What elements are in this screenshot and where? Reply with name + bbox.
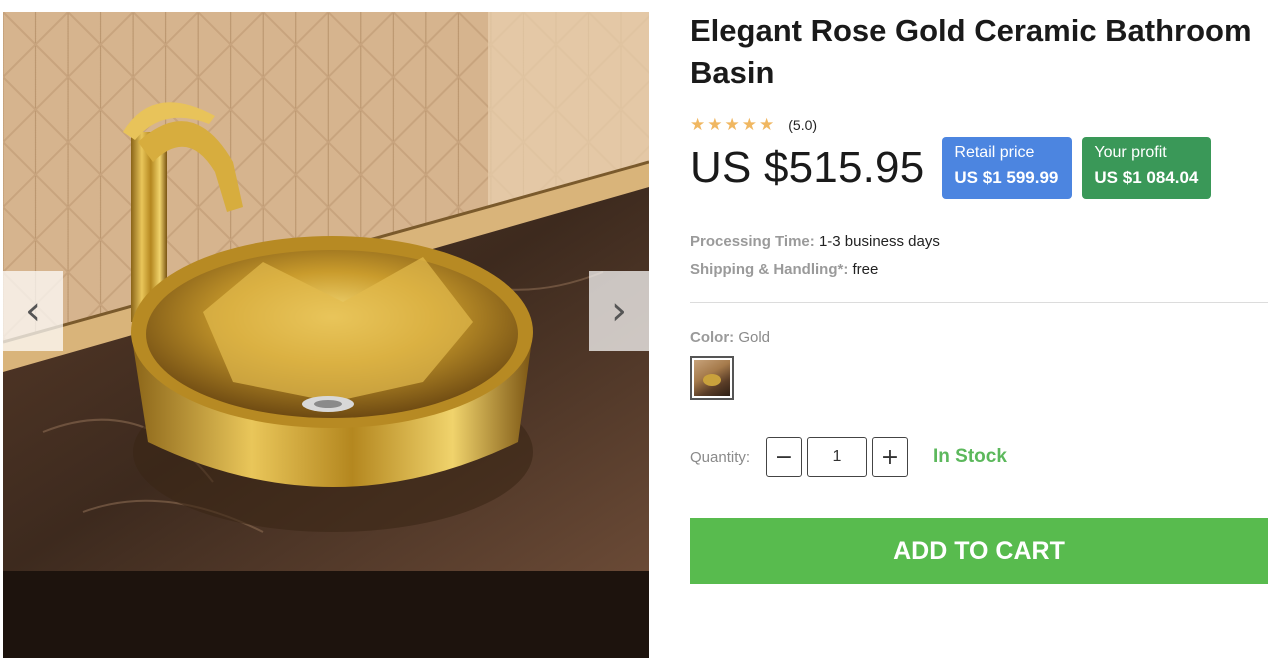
- photo-bottom-band: [3, 571, 649, 658]
- product-photo: [3, 12, 649, 571]
- rating-stars: ★ ★ ★ ★ ★: [690, 114, 775, 135]
- processing-time-value: 1-3 business days: [818, 233, 940, 250]
- shipping-handling: Shipping & Handling*: free: [690, 256, 1270, 284]
- profit-value: US $1 084.04: [1094, 168, 1199, 187]
- basin-illustration: [3, 12, 649, 571]
- star-icon: ★: [759, 114, 775, 135]
- rating-value: (5.0): [788, 117, 818, 133]
- quantity-decrease-button[interactable]: −: [766, 437, 802, 477]
- rating: ★ ★ ★ ★ ★ (5.0): [690, 114, 1270, 136]
- color-value: Gold: [738, 329, 771, 346]
- processing-time-label: Processing Time:: [690, 233, 815, 250]
- processing-time: Processing Time: 1-3 business days: [690, 228, 1270, 256]
- star-icon: ★: [741, 114, 757, 135]
- quantity-input[interactable]: [807, 437, 867, 477]
- price-row: US $515.95 Retail price US $1 599.99 You…: [690, 136, 1270, 200]
- star-icon: ★: [690, 114, 706, 135]
- gallery-prev-button[interactable]: ‹: [3, 271, 63, 351]
- shipping-label: Shipping & Handling*:: [690, 261, 849, 278]
- add-to-cart-button[interactable]: ADD TO CART: [690, 518, 1268, 584]
- stock-status: In Stock: [933, 446, 1007, 467]
- retail-price-badge: Retail price US $1 599.99: [942, 137, 1073, 199]
- shipping-meta: Processing Time: 1-3 business days Shipp…: [690, 228, 1270, 284]
- divider: [690, 302, 1268, 303]
- retail-price-value: US $1 599.99: [954, 168, 1059, 187]
- quantity-increase-button[interactable]: +: [872, 437, 908, 477]
- quantity-label: Quantity:: [690, 448, 751, 466]
- product-image-gallery: ‹ ›: [3, 12, 649, 658]
- retail-price-label: Retail price: [954, 144, 1035, 161]
- color-label: Color:: [690, 329, 735, 346]
- quantity-row: Quantity: − + In Stock: [690, 436, 1270, 478]
- product-title: Elegant Rose Gold Ceramic Bathroom Basin: [690, 13, 1252, 90]
- profit-label: Your profit: [1094, 144, 1167, 161]
- star-icon: ★: [707, 114, 723, 135]
- price: US $515.95: [690, 143, 925, 192]
- color-swatch-gold[interactable]: [690, 356, 734, 400]
- star-icon: ★: [724, 114, 740, 135]
- product-info-panel: Elegant Rose Gold Ceramic Bathroom Basin…: [690, 10, 1270, 584]
- profit-badge: Your profit US $1 084.04: [1082, 137, 1212, 199]
- chevron-right-icon: ›: [611, 288, 627, 334]
- gallery-next-button[interactable]: ›: [589, 271, 649, 351]
- shipping-value: free: [852, 261, 879, 278]
- chevron-left-icon: ‹: [25, 288, 41, 334]
- color-selector: Color: Gold: [690, 329, 1270, 400]
- swatch-thumbnail: [694, 360, 730, 396]
